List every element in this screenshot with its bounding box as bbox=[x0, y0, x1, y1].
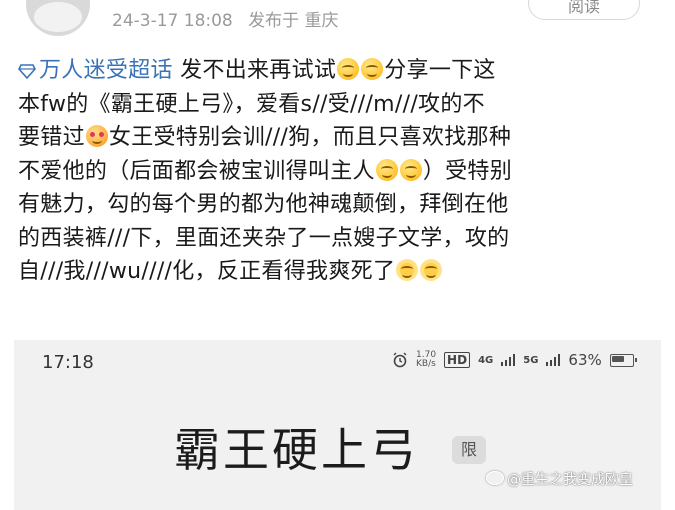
hd-badge: HD bbox=[444, 352, 471, 368]
smile-emoji-icon bbox=[375, 158, 398, 181]
alarm-icon bbox=[393, 352, 407, 368]
post-text: 的西装裤///下，里面还夹杂了一点嫂子文学，攻的 bbox=[18, 225, 510, 251]
post-line-3: 要错过 女王受特别会训///狗，而且只喜欢找那种 bbox=[18, 121, 668, 155]
post-line-1: 万人迷受超话 发不出来再试试 分享一下这 bbox=[18, 54, 668, 88]
flower-smile-emoji-icon bbox=[396, 259, 419, 281]
post-line-4: 不爱他的（后面都会被宝训得叫主人 ）受特别 bbox=[18, 155, 668, 189]
watermark: @重生之我变成欧皇 bbox=[486, 469, 633, 489]
post-line-7: 自///我///wu////化，反正看得我爽死了 bbox=[18, 255, 668, 289]
user-avatar[interactable] bbox=[26, 0, 90, 36]
status-icons: 1.70 KB/s HD 4G 5G 63% bbox=[392, 350, 637, 369]
post-date: 24-3-17 18:08 bbox=[112, 11, 233, 31]
net-5g: 5G bbox=[523, 354, 539, 366]
post-text: ）受特别 bbox=[422, 158, 513, 184]
flower-smile-emoji-icon bbox=[420, 259, 443, 281]
topic-label: 万人迷受超话 bbox=[39, 58, 173, 83]
post-text: 自///我///wu////化，反正看得我爽死了 bbox=[18, 259, 396, 284]
post-text: 不爱他的（后面都会被宝训得叫主人 bbox=[18, 158, 375, 184]
post-text: 要错过 bbox=[18, 125, 85, 150]
book-title: 霸王硬上弓 bbox=[174, 423, 419, 477]
post-text: 女王受特别会训///狗，而且只喜欢找那种 bbox=[108, 125, 512, 150]
battery-percent: 63% bbox=[568, 351, 602, 369]
signal-icon bbox=[546, 354, 561, 366]
phone-status-bar: 17:18 1.70 KB/s HD 4G 5G 63% bbox=[14, 340, 661, 380]
post-location: 发布于 重庆 bbox=[248, 11, 339, 31]
post-line-2: 本fw的《霸王硬上弓》，爱看s//受///m///攻的不 bbox=[18, 88, 668, 122]
post-meta: 24-3-17 18:08 发布于 重庆 bbox=[112, 6, 349, 31]
restricted-tag: 限 bbox=[452, 436, 486, 464]
grin-emoji-icon bbox=[337, 58, 360, 80]
battery-icon bbox=[609, 353, 637, 367]
net-speed: 1.70 KB/s bbox=[416, 350, 437, 369]
weibo-logo-icon bbox=[486, 471, 504, 485]
watermark-text: @重生之我变成欧皇 bbox=[507, 472, 633, 488]
post-text: 分享一下这 bbox=[384, 58, 496, 83]
love-eyes-emoji-icon bbox=[85, 125, 108, 147]
post-text: 发不出来再试试 bbox=[180, 58, 337, 83]
status-time: 17:18 bbox=[42, 352, 94, 373]
post-line-6: 的西装裤///下，里面还夹杂了一点嫂子文学，攻的 bbox=[18, 222, 668, 256]
post-text: 本fw的《霸王硬上弓》，爱看s//受///m///攻的不 bbox=[18, 91, 485, 117]
post-body: 万人迷受超话 发不出来再试试 分享一下这 本fw的《霸王硬上弓》，爱看s//受//… bbox=[18, 54, 668, 289]
topic-link[interactable]: 万人迷受超话 bbox=[18, 58, 180, 83]
grin-emoji-icon bbox=[361, 58, 384, 80]
post-line-5: 有魅力，勾的每个男的都为他神魂颠倒，拜倒在他 bbox=[18, 188, 668, 222]
read-button[interactable]: 阅读 bbox=[528, 0, 640, 20]
diamond-icon bbox=[18, 63, 36, 79]
net-4g: 4G bbox=[478, 354, 494, 366]
post-text: 有魅力，勾的每个男的都为他神魂颠倒，拜倒在他 bbox=[18, 192, 509, 217]
signal-icon bbox=[501, 354, 516, 366]
smile-emoji-icon bbox=[399, 158, 422, 181]
